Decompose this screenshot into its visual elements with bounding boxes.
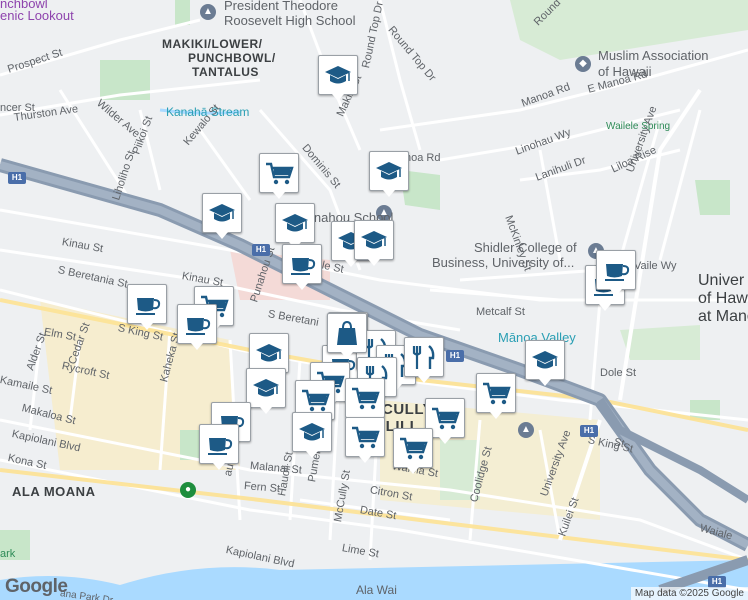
cafe-icon xyxy=(605,264,630,281)
map-attribution[interactable]: Map data ©2025 Google xyxy=(630,587,748,600)
cafe-icon xyxy=(136,298,161,315)
poi-label[interactable]: Business, University of... xyxy=(432,256,574,269)
restaurant-marker[interactable] xyxy=(404,337,444,383)
grocery-icon xyxy=(352,387,380,410)
grocery-marker[interactable] xyxy=(345,417,385,463)
grocery-icon xyxy=(352,426,380,449)
grocery-marker[interactable] xyxy=(476,373,516,419)
grocery-marker[interactable] xyxy=(393,428,433,474)
cafe-marker[interactable] xyxy=(177,304,217,350)
neighborhood-label: PUNCHBOWL/ xyxy=(188,51,276,65)
school-poi-icon[interactable]: ▲ xyxy=(518,422,534,438)
h1-shield-icon: H1 xyxy=(446,350,464,362)
school-icon xyxy=(299,423,325,441)
poi-label[interactable]: Univer xyxy=(698,272,744,290)
grocery-icon xyxy=(302,389,330,412)
school-icon xyxy=(209,204,235,222)
school-marker[interactable] xyxy=(202,193,242,239)
school-marker[interactable] xyxy=(292,412,332,458)
poi-label[interactable]: Roosevelt High School xyxy=(224,14,356,27)
school-marker[interactable] xyxy=(369,151,409,197)
poi-label[interactable]: President Theodore xyxy=(224,0,338,12)
school-marker[interactable] xyxy=(354,220,394,266)
cafe-icon xyxy=(291,258,316,275)
cafe-marker[interactable] xyxy=(127,284,167,330)
cafe-marker[interactable] xyxy=(199,424,239,470)
school-icon xyxy=(282,214,308,232)
poi-label[interactable]: enic Lookout xyxy=(0,9,74,22)
map-canvas[interactable]: MAKIKI/LOWER/ PUNCHBOWL/ TANTALUS ALA MO… xyxy=(0,0,748,600)
grocery-icon xyxy=(400,437,428,460)
school-icon xyxy=(376,162,402,180)
grocery-marker[interactable] xyxy=(259,153,299,199)
park-label: ark xyxy=(0,548,16,560)
cafe-icon xyxy=(208,438,233,455)
park-poi-icon[interactable]: ● xyxy=(180,482,196,498)
shopping-marker[interactable] xyxy=(327,313,367,359)
school-icon xyxy=(325,66,351,84)
school-icon xyxy=(253,379,279,397)
cafe-marker[interactable] xyxy=(282,244,322,290)
school-poi-icon[interactable]: ▲ xyxy=(200,4,216,20)
h1-shield-icon: H1 xyxy=(580,425,598,437)
google-logo: Google xyxy=(5,576,68,597)
grocery-icon xyxy=(432,407,460,430)
street-label: Ala Wai xyxy=(356,583,397,597)
neighborhood-label: MAKIKI/LOWER/ xyxy=(162,37,263,51)
h1-shield-icon: H1 xyxy=(8,172,26,184)
poi-label[interactable]: at Mano xyxy=(698,308,748,326)
street-label: ncer St xyxy=(0,102,35,114)
cafe-icon xyxy=(186,318,211,335)
poi-label[interactable]: of Hawa xyxy=(698,290,748,308)
cafe-marker[interactable] xyxy=(596,250,636,296)
worship-poi-icon[interactable]: ◆ xyxy=(575,56,591,72)
street-label: Dole St xyxy=(600,367,637,379)
school-marker[interactable] xyxy=(275,203,315,249)
neighborhood-label: ALA MOANA xyxy=(12,484,96,499)
h1-shield-icon: H1 xyxy=(252,244,270,256)
school-marker[interactable] xyxy=(246,368,286,414)
street-label: Vaile Wy xyxy=(634,260,677,272)
school-icon xyxy=(256,344,282,362)
school-icon xyxy=(361,231,387,249)
neighborhood-label: TANTALUS xyxy=(192,65,259,79)
school-marker[interactable] xyxy=(525,340,565,386)
street-label: noa Rd xyxy=(405,152,441,164)
shopping-icon xyxy=(337,320,357,345)
restaurant-icon xyxy=(412,345,435,369)
school-marker[interactable] xyxy=(318,55,358,101)
poi-label[interactable]: Muslim Association xyxy=(598,49,709,62)
grocery-icon xyxy=(483,382,511,405)
grocery-marker[interactable] xyxy=(345,378,385,424)
street-label: Metcalf St xyxy=(476,306,525,318)
grocery-icon xyxy=(266,162,294,185)
school-marker[interactable] xyxy=(249,333,289,379)
school-icon xyxy=(532,351,558,369)
